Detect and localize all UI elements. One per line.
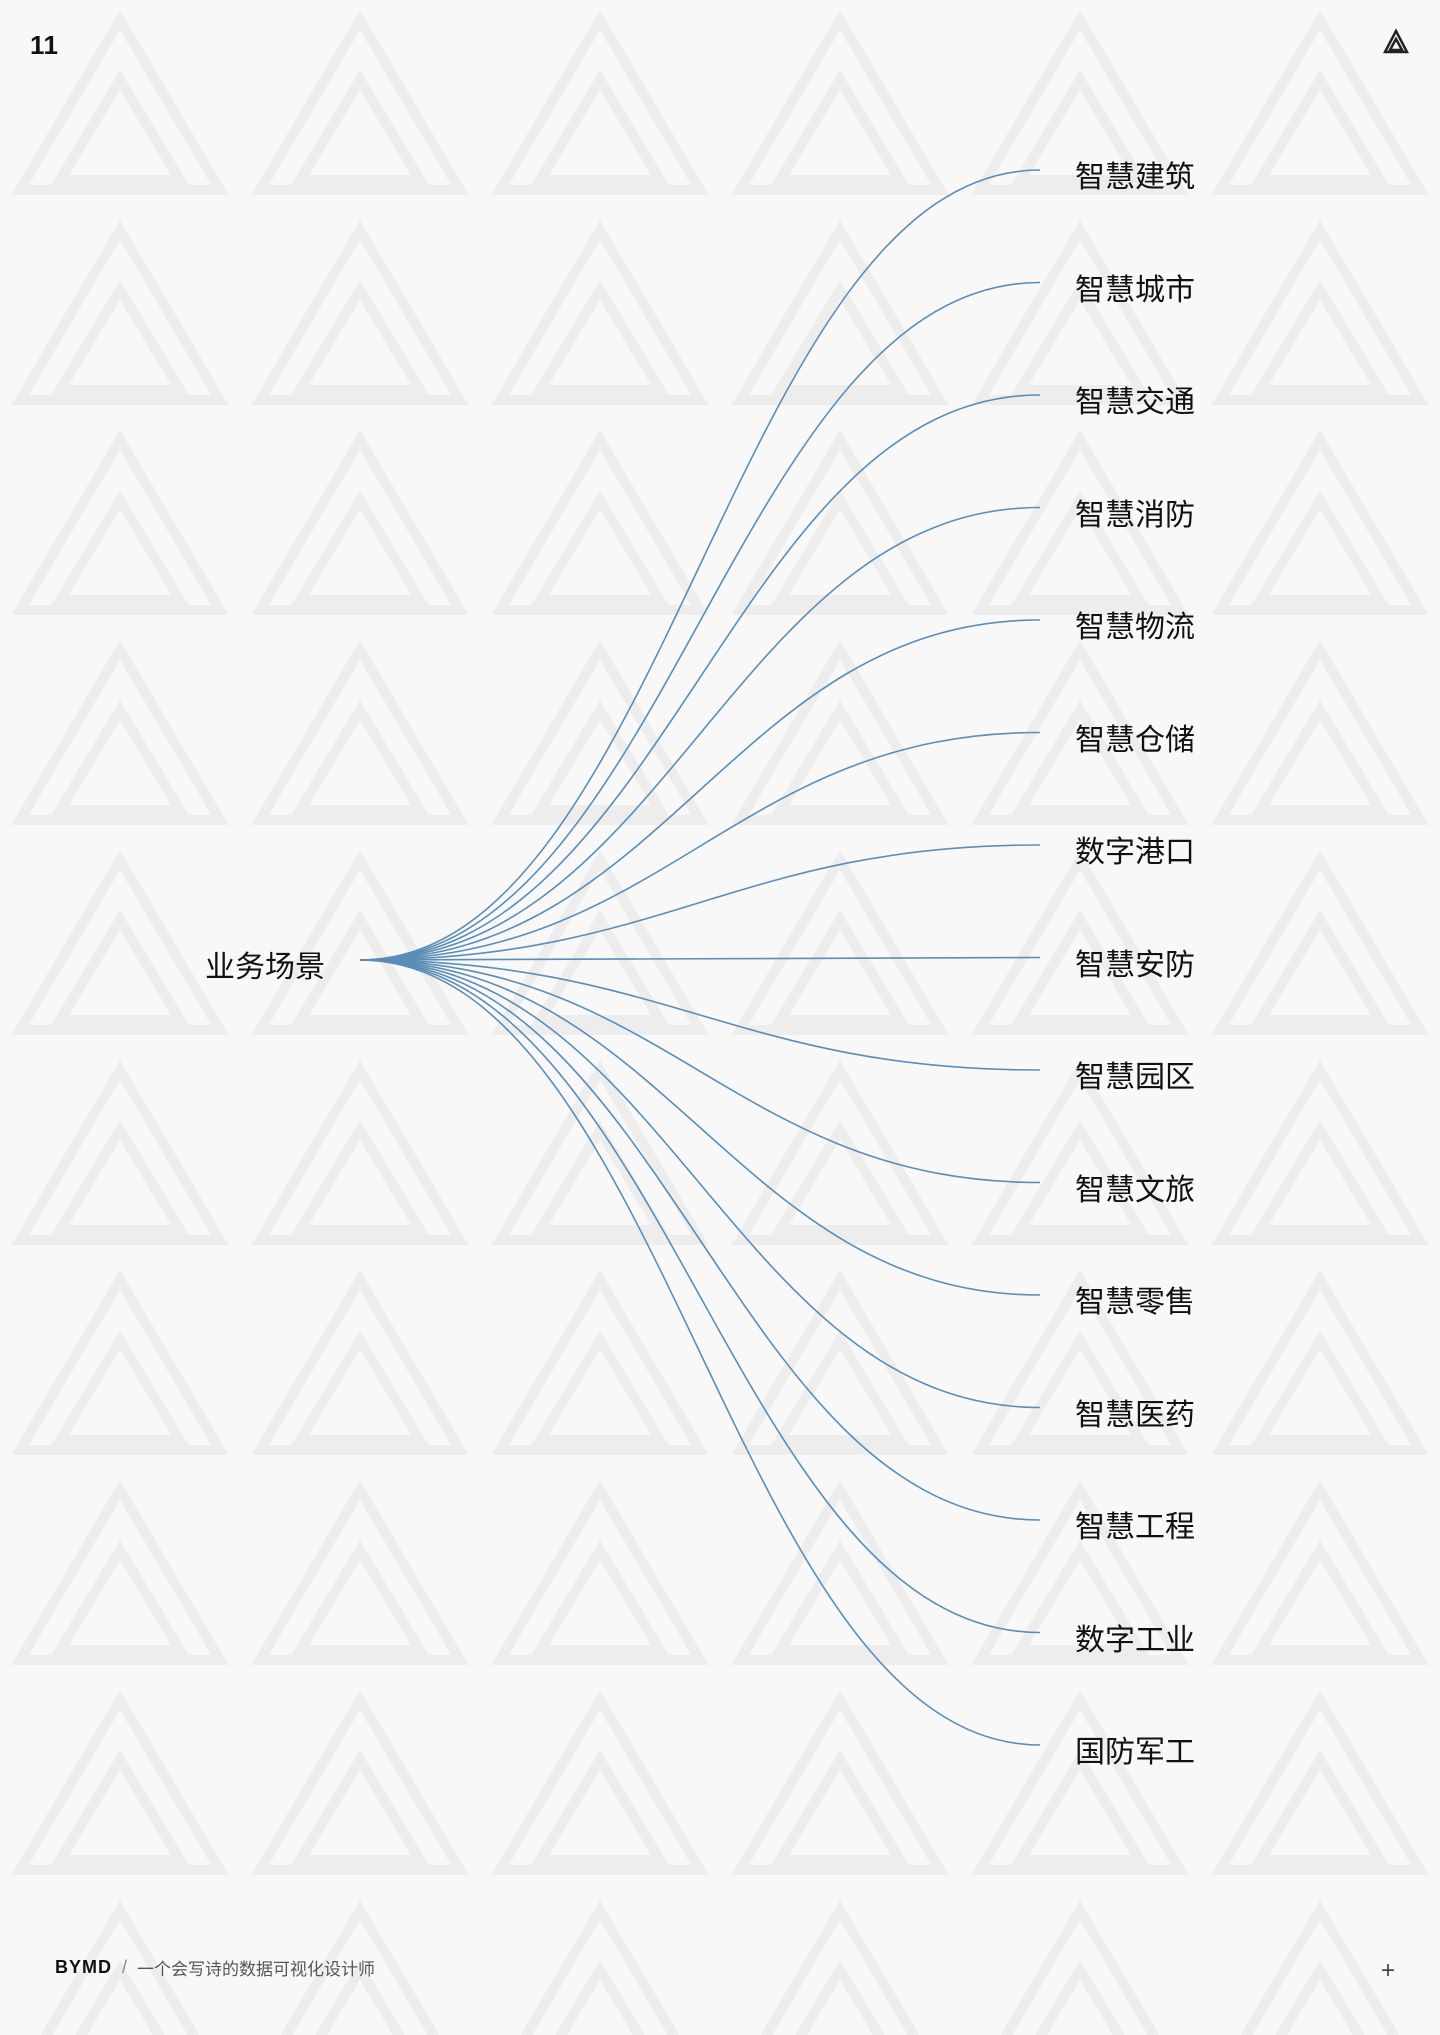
leaf-node-label: 智慧工程 xyxy=(1075,1502,1195,1546)
leaf-node-label: 智慧消防 xyxy=(1075,490,1195,534)
leaf-node-label: 智慧零售 xyxy=(1075,1277,1195,1321)
leaf-node-label: 国防军工 xyxy=(1075,1727,1195,1771)
mindmap-edge xyxy=(360,960,1040,1295)
plus-icon: + xyxy=(1381,1957,1395,1985)
mindmap-edge xyxy=(360,960,1040,1183)
mindmap-edge xyxy=(360,620,1040,960)
footer-separator: / xyxy=(122,1957,127,1978)
mindmap-diagram: 业务场景 智慧建筑智慧城市智慧交通智慧消防智慧物流智慧仓储数字港口智慧安防智慧园… xyxy=(0,80,1440,1900)
leaf-node-label: 智慧建筑 xyxy=(1075,152,1195,196)
mindmap-edge xyxy=(360,960,1040,1070)
mindmap-edge xyxy=(360,845,1040,960)
mindmap-edge xyxy=(360,170,1040,960)
leaf-node-label: 智慧仓储 xyxy=(1075,715,1195,759)
leaf-node-label: 智慧园区 xyxy=(1075,1052,1195,1096)
leaf-node-label: 智慧物流 xyxy=(1075,602,1195,646)
leaf-node-label: 智慧医药 xyxy=(1075,1390,1195,1434)
footer: BYMD / 一个会写诗的数据可视化设计师 xyxy=(55,1955,375,1980)
brand-logo-icon xyxy=(1382,28,1410,56)
page-number: 11 xyxy=(30,30,59,61)
leaf-node-label: 智慧城市 xyxy=(1075,265,1195,309)
mindmap-edge xyxy=(360,960,1040,1745)
mindmap-edge xyxy=(360,733,1040,961)
leaf-node-label: 智慧安防 xyxy=(1075,940,1195,984)
mindmap-edge xyxy=(360,508,1040,961)
leaf-node-label: 智慧交通 xyxy=(1075,377,1195,421)
mindmap-edge xyxy=(360,960,1040,1633)
leaf-node-label: 智慧文旅 xyxy=(1075,1165,1195,1209)
leaf-node-label: 数字工业 xyxy=(1075,1615,1195,1659)
mindmap-edge xyxy=(360,960,1040,1408)
mindmap-edges xyxy=(0,80,1440,1900)
mindmap-edge xyxy=(360,958,1040,961)
mindmap-edge xyxy=(360,960,1040,1520)
mindmap-edge xyxy=(360,395,1040,960)
leaf-node-label: 数字港口 xyxy=(1075,827,1195,871)
root-node-label: 业务场景 xyxy=(205,942,325,986)
footer-tagline: 一个会写诗的数据可视化设计师 xyxy=(137,1955,375,1980)
mindmap-edge xyxy=(360,283,1040,961)
footer-brand: BYMD xyxy=(55,1957,112,1978)
